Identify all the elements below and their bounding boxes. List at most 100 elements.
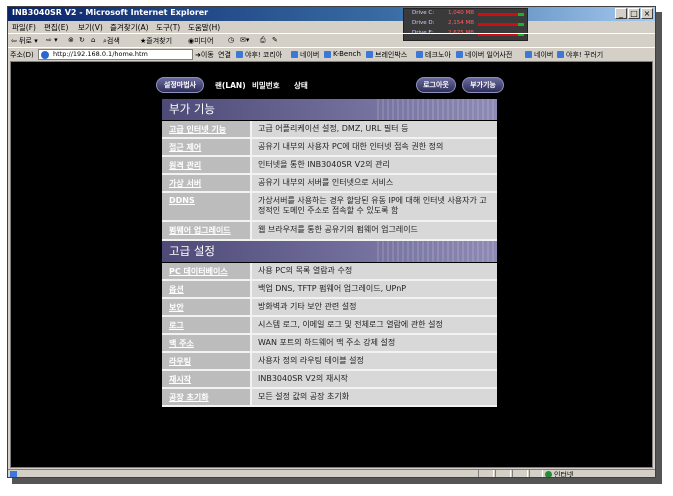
section-title: 고급 설정 — [169, 244, 215, 258]
nav-password[interactable]: 비밀번호 — [252, 80, 280, 91]
favorites-label: 즐겨찾기 — [146, 37, 173, 45]
row-link[interactable]: DDNS — [162, 193, 252, 220]
address-url: http://192.168.0.1/home.htm — [53, 50, 148, 58]
row-link[interactable]: 로그 — [162, 317, 252, 333]
row-link[interactable]: 보안 — [162, 299, 252, 315]
mail-icon[interactable]: ✉▾ — [240, 36, 249, 44]
menu-tools[interactable]: 도구(T) — [156, 22, 180, 33]
section-title: 부가 기능 — [169, 102, 215, 116]
browser-window: INB3040SR V2 - Microsoft Internet Explor… — [7, 6, 656, 478]
status-bar: 인터넷 — [8, 469, 655, 477]
status-cell — [512, 470, 528, 477]
table-row: 원격 관리 인터넷을 통한 INB3040SR V2의 관리 — [162, 157, 497, 175]
drive-used-bar — [478, 13, 518, 16]
close-button[interactable]: × — [641, 8, 653, 19]
row-description: 고급 어플리케이션 설정, DMZ, URL 필터 등 — [258, 124, 409, 133]
row-link[interactable]: 옵션 — [162, 281, 252, 297]
media-button[interactable]: ◉미디어 — [188, 36, 213, 46]
page-icon — [41, 51, 49, 59]
menu-file[interactable]: 파일(F) — [12, 22, 36, 33]
table-row: 맥 주소 WAN 포트의 하드웨어 맥 주소 강제 설정 — [162, 335, 497, 353]
address-bar: 주소(D) http://192.168.0.1/home.htm ➜이동 연결… — [8, 47, 655, 60]
section-header-extra-features: 부가 기능 — [162, 99, 497, 120]
menu-help[interactable]: 도움말(H) — [188, 22, 220, 33]
row-description: 사용 PC의 목록 열람과 수정 — [258, 266, 353, 275]
link-brainbox[interactable]: 브레인박스 — [366, 50, 407, 60]
refresh-icon[interactable]: ↻ — [79, 36, 85, 44]
drive-label: Drive C: — [412, 10, 435, 16]
drive-c-meter: Drive C: 1,040 MB — [406, 10, 526, 20]
link-naver[interactable]: 네이버 — [291, 50, 319, 60]
search-label: 검색 — [106, 37, 120, 45]
menu-view[interactable]: 보기(V) — [78, 22, 103, 33]
home-icon[interactable]: ⌂ — [91, 36, 95, 44]
row-description: 가상서버를 사용하는 경우 할당된 유동 IP에 대해 인터넷 사용자가 고정적… — [258, 196, 487, 215]
status-cell — [478, 470, 494, 477]
link-naver-2[interactable]: 네이버 — [525, 50, 553, 60]
search-button[interactable]: ⌕검색 — [103, 36, 120, 46]
section-header-advanced-settings: 고급 설정 — [162, 241, 497, 262]
table-row: 보안 방화벽과 기타 보안 관련 설정 — [162, 299, 497, 317]
favorites-button[interactable]: ★즐겨찾기 — [140, 36, 172, 46]
menu-bar: 파일(F) 편집(E) 보기(V) 즐겨찾기(A) 도구(T) 도움말(H) — [8, 21, 655, 33]
back-button[interactable]: ⇦ 뒤로 ▾ — [11, 36, 38, 46]
maximize-button[interactable]: □ — [628, 8, 640, 19]
header-stripes — [377, 99, 497, 120]
row-link[interactable]: 공장 초기화 — [162, 389, 252, 405]
router-nav: 설정마법사 랜(LAN) 비밀번호 상태 로그아웃 부가기능 — [156, 76, 504, 95]
edit-icon[interactable]: ✎ — [272, 36, 278, 44]
row-description: 웹 브라우저를 통한 공유기의 펌웨어 업그레이드 — [258, 225, 418, 234]
nav-status[interactable]: 상태 — [294, 80, 308, 91]
link-naver-japanese-dictionary[interactable]: 네이버 일어사전 — [456, 50, 512, 60]
table-row: 옵션 백업 DNS, TFTP 펌웨어 업그레이드, UPnP — [162, 281, 497, 299]
row-link[interactable]: 고급 인터넷 기능 — [162, 121, 252, 137]
drive-free-bar — [518, 13, 524, 16]
print-icon[interactable]: ⎙ — [260, 36, 266, 45]
table-row: DDNS 가상서버를 사용하는 경우 할당된 유동 IP에 대해 인터넷 사용자… — [162, 193, 497, 222]
title-bar[interactable]: INB3040SR V2 - Microsoft Internet Explor… — [8, 7, 655, 21]
stop-icon[interactable]: ⊗ — [68, 36, 74, 44]
link-yahoo-korea[interactable]: 야후! 코리아 — [236, 50, 282, 60]
row-link[interactable]: 재시작 — [162, 371, 252, 387]
security-zone: 인터넷 — [545, 470, 573, 477]
row-description: INB3040SR V2의 재시작 — [258, 374, 348, 383]
setup-wizard-button[interactable]: 설정마법사 — [156, 77, 204, 93]
toolbar: ⇦ 뒤로 ▾ ⇨ ▾ ⊗ ↻ ⌂ ⌕검색 ★즐겨찾기 ◉미디어 ◷ ✉▾ ⎙ ✎ — [8, 33, 655, 47]
link-kbench[interactable]: K-Bench — [324, 50, 361, 58]
row-link[interactable]: 맥 주소 — [162, 335, 252, 351]
status-cell — [495, 470, 511, 477]
row-link[interactable]: 가상 서버 — [162, 175, 252, 191]
row-description: 시스템 로그, 이메일 로그 및 전체로그 열람에 관한 설정 — [258, 320, 443, 329]
table-row: 접근 제어 공유기 내부의 사용자 PC에 대한 인터넷 접속 권한 정의 — [162, 139, 497, 157]
row-link[interactable]: 접근 제어 — [162, 139, 252, 155]
history-icon[interactable]: ◷ — [228, 36, 234, 44]
address-input[interactable]: http://192.168.0.1/home.htm — [38, 49, 193, 60]
row-link[interactable]: 라우팅 — [162, 353, 252, 369]
table-row: 재시작 INB3040SR V2의 재시작 — [162, 371, 497, 389]
row-description: 방화벽과 기타 보안 관련 설정 — [258, 302, 357, 311]
row-link[interactable]: PC 데이터베이스 — [162, 263, 252, 279]
media-label: 미디어 — [194, 37, 214, 45]
table-row: 로그 시스템 로그, 이메일 로그 및 전체로그 열람에 관한 설정 — [162, 317, 497, 335]
row-description: 모든 설정 값의 공장 초기화 — [258, 392, 350, 401]
drive-free: 1,040 MB — [448, 10, 475, 16]
row-link[interactable]: 펌웨어 업그레이드 — [162, 222, 252, 239]
address-label: 주소(D) — [10, 51, 34, 59]
logout-button[interactable]: 로그아웃 — [416, 77, 456, 93]
minimize-button[interactable]: _ — [615, 8, 627, 19]
row-description: 백업 DNS, TFTP 펌웨어 업그레이드, UPnP — [258, 284, 407, 293]
extra-features-button[interactable]: 부가기능 — [462, 77, 504, 93]
row-description: 공유기 내부의 서버를 인터넷으로 서비스 — [258, 178, 394, 187]
link-yahoo-kids[interactable]: 야후! 꾸러기 — [557, 50, 603, 60]
menu-edit[interactable]: 편집(E) — [44, 22, 68, 33]
nav-lan[interactable]: 랜(LAN) — [215, 80, 246, 91]
forward-button[interactable]: ⇨ ▾ — [46, 36, 58, 44]
table-row: 펌웨어 업그레이드 웹 브라우저를 통한 공유기의 펌웨어 업그레이드 — [162, 222, 497, 241]
link-technoa[interactable]: 테크노아 — [416, 50, 451, 60]
row-link[interactable]: 원격 관리 — [162, 157, 252, 173]
table-row: PC 데이터베이스 사용 PC의 목록 열람과 수정 — [162, 263, 497, 281]
go-button[interactable]: ➜이동 — [195, 50, 214, 60]
menu-favorites[interactable]: 즐겨찾기(A) — [110, 22, 149, 33]
table-row: 라우팅 사용자 정의 라우팅 테이블 설정 — [162, 353, 497, 371]
table-row: 공장 초기화 모든 설정 값의 공장 초기화 — [162, 389, 497, 407]
